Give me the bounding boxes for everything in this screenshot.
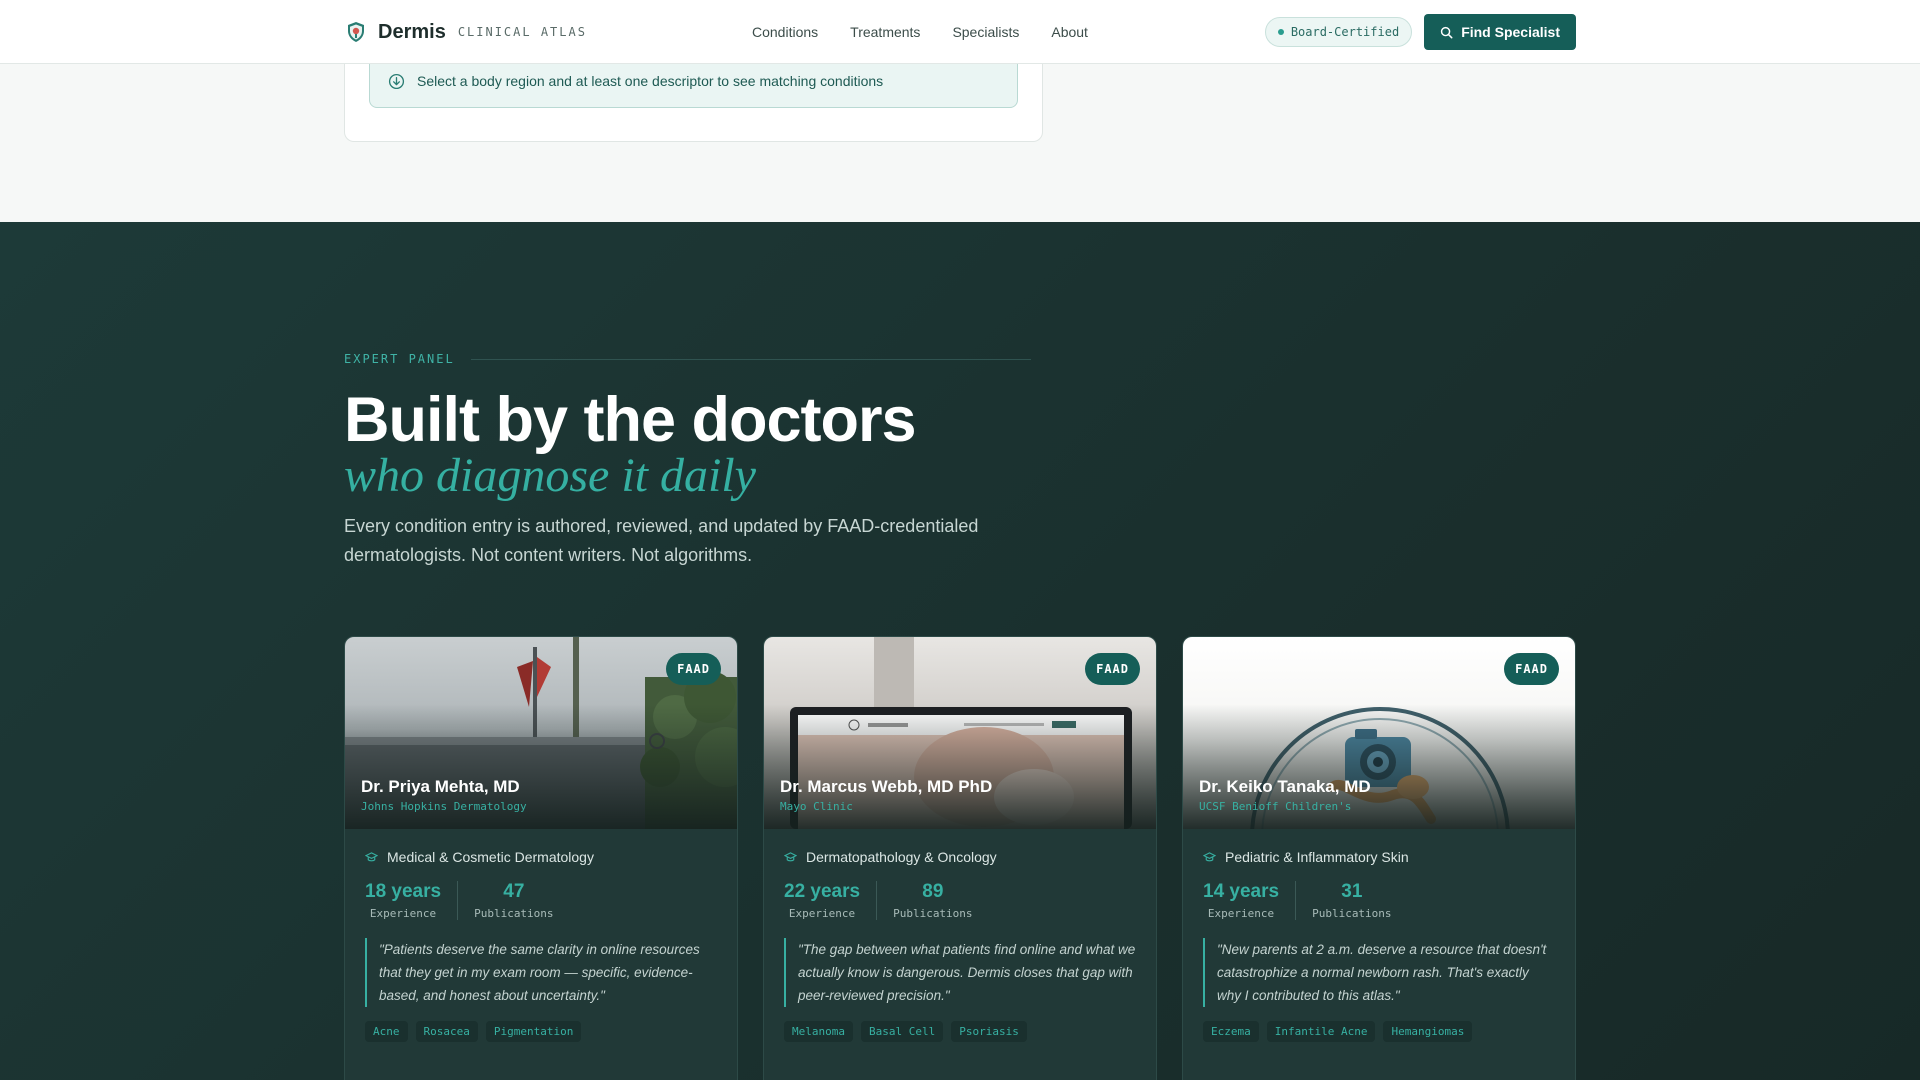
tag-rosacea[interactable]: Rosacea — [415, 1021, 478, 1042]
shield-logo-icon — [348, 22, 364, 42]
publications-label: Publications — [1312, 907, 1392, 920]
arrow-down-circle-icon — [388, 73, 405, 89]
nav-conditions[interactable]: Conditions — [752, 24, 818, 40]
expert-panel-section: EXPERT PANEL Built by the doctors who di… — [0, 222, 1920, 1080]
tag-acne[interactable]: Acne — [365, 1021, 408, 1042]
graduation-cap-icon — [1203, 851, 1216, 861]
doctor-photo: FAAD Dr. Marcus Webb, MD PhD Mayo Clinic — [764, 637, 1156, 829]
find-specialist-label: Find Specialist — [1461, 24, 1560, 40]
tag-infantile-acne[interactable]: Infantile Acne — [1266, 1021, 1376, 1042]
doctor-cards: FAAD Dr. Priya Mehta, MD Johns Hopkins D… — [344, 636, 1576, 1080]
doctor-stats: 22 years Experience 89 Publications — [784, 881, 1136, 920]
publications-stat: 89 Publications — [877, 881, 972, 920]
faad-badge: FAAD — [1085, 653, 1140, 685]
status-dot-icon — [1277, 29, 1284, 35]
experience-value: 22 years — [784, 881, 861, 902]
doctor-card[interactable]: FAAD Dr. Marcus Webb, MD PhD Mayo Clinic… — [763, 636, 1157, 1080]
board-certified-label: Board-Certified — [1290, 25, 1400, 39]
eyebrow-row: EXPERT PANEL — [344, 352, 1031, 366]
condition-tags: Eczema Infantile Acne Hemangiomas — [1203, 1021, 1555, 1042]
tag-psoriasis[interactable]: Psoriasis — [951, 1021, 1027, 1042]
top-navbar: Dermis CLINICAL ATLAS Conditions Treatme… — [0, 0, 1920, 64]
condition-tags: Acne Rosacea Pigmentation — [365, 1021, 717, 1042]
doctor-specialty: Medical & Cosmetic Dermatology — [387, 849, 594, 865]
tag-eczema[interactable]: Eczema — [1203, 1021, 1259, 1042]
doctor-specialty: Pediatric & Inflammatory Skin — [1225, 849, 1409, 865]
experience-stat: 18 years Experience — [365, 881, 459, 920]
section-eyebrow: EXPERT PANEL — [344, 352, 455, 366]
tag-pigmentation[interactable]: Pigmentation — [485, 1021, 582, 1042]
faad-badge: FAAD — [666, 653, 721, 685]
graduation-cap-icon — [365, 851, 378, 861]
eyebrow-divider — [470, 358, 1031, 360]
publications-stat: 47 Publications — [458, 881, 553, 920]
doctor-photo: FAAD Dr. Priya Mehta, MD Johns Hopkins D… — [345, 637, 737, 829]
main-nav: Conditions Treatments Specialists About — [752, 24, 1088, 40]
doctor-card[interactable]: FAAD Dr. Priya Mehta, MD Johns Hopkins D… — [344, 636, 738, 1080]
graduation-cap-icon — [784, 851, 797, 861]
specialty-row: Medical & Cosmetic Dermatology — [365, 849, 717, 865]
brand-subtitle: CLINICAL ATLAS — [457, 25, 587, 39]
doctor-card[interactable]: FAAD Dr. Keiko Tanaka, MD UCSF Benioff C… — [1182, 636, 1576, 1080]
doctor-stats: 14 years Experience 31 Publications — [1203, 881, 1555, 920]
doctor-institution: Johns Hopkins Dermatology — [361, 800, 527, 813]
doctor-institution: Mayo Clinic — [780, 800, 853, 813]
condition-tags: Melanoma Basal Cell Psoriasis — [784, 1021, 1136, 1042]
tag-hemangiomas[interactable]: Hemangiomas — [1383, 1021, 1473, 1042]
publications-value: 47 — [503, 881, 525, 902]
search-icon — [1441, 26, 1453, 38]
experience-value: 14 years — [1203, 881, 1280, 902]
doctor-quote: "New parents at 2 a.m. deserve a resourc… — [1203, 938, 1555, 1007]
tag-melanoma[interactable]: Melanoma — [784, 1021, 853, 1042]
publications-label: Publications — [474, 907, 554, 920]
section-headline: Built by the doctors — [344, 385, 917, 455]
experience-label: Experience — [1207, 907, 1275, 920]
doctor-photo: FAAD Dr. Keiko Tanaka, MD UCSF Benioff C… — [1183, 637, 1575, 829]
experience-label: Experience — [788, 907, 856, 920]
board-certified-badge: Board-Certified — [1264, 17, 1413, 47]
doctor-institution: UCSF Benioff Children's — [1199, 800, 1352, 813]
doctor-name: Dr. Marcus Webb, MD PhD — [780, 777, 993, 796]
doctor-stats: 18 years Experience 47 Publications — [365, 881, 717, 920]
specialty-row: Pediatric & Inflammatory Skin — [1203, 849, 1555, 865]
doctor-specialty: Dermatopathology & Oncology — [806, 849, 997, 865]
brand[interactable]: Dermis CLINICAL ATLAS — [344, 20, 587, 44]
section-lead: Every condition entry is authored, revie… — [344, 516, 979, 565]
nav-about[interactable]: About — [1051, 24, 1088, 40]
nav-treatments[interactable]: Treatments — [850, 24, 920, 40]
experience-value: 18 years — [365, 881, 442, 902]
find-specialist-button[interactable]: Find Specialist — [1424, 14, 1576, 50]
doctor-quote: "Patients deserve the same clarity in on… — [365, 938, 717, 1007]
selector-section: Select a body region and at least one de… — [0, 54, 1920, 222]
nav-specialists[interactable]: Specialists — [952, 24, 1019, 40]
specialty-row: Dermatopathology & Oncology — [784, 849, 1136, 865]
selector-hint-text: Select a body region and at least one de… — [417, 73, 884, 89]
publications-value: 89 — [922, 881, 944, 902]
experience-label: Experience — [369, 907, 437, 920]
tag-basal-cell[interactable]: Basal Cell — [860, 1021, 944, 1042]
section-headline-italic: who diagnose it daily — [344, 449, 756, 502]
publications-value: 31 — [1341, 881, 1363, 902]
brand-name: Dermis — [378, 20, 446, 43]
doctor-quote: "The gap between what patients find onli… — [784, 938, 1136, 1007]
experience-stat: 22 years Experience — [784, 881, 878, 920]
doctor-name: Dr. Priya Mehta, MD — [361, 777, 520, 796]
doctor-name: Dr. Keiko Tanaka, MD — [1199, 777, 1371, 796]
selector-card: Select a body region and at least one de… — [344, 54, 1043, 142]
experience-stat: 14 years Experience — [1203, 881, 1297, 920]
faad-badge: FAAD — [1504, 653, 1559, 685]
publications-label: Publications — [893, 907, 973, 920]
publications-stat: 31 Publications — [1296, 881, 1391, 920]
